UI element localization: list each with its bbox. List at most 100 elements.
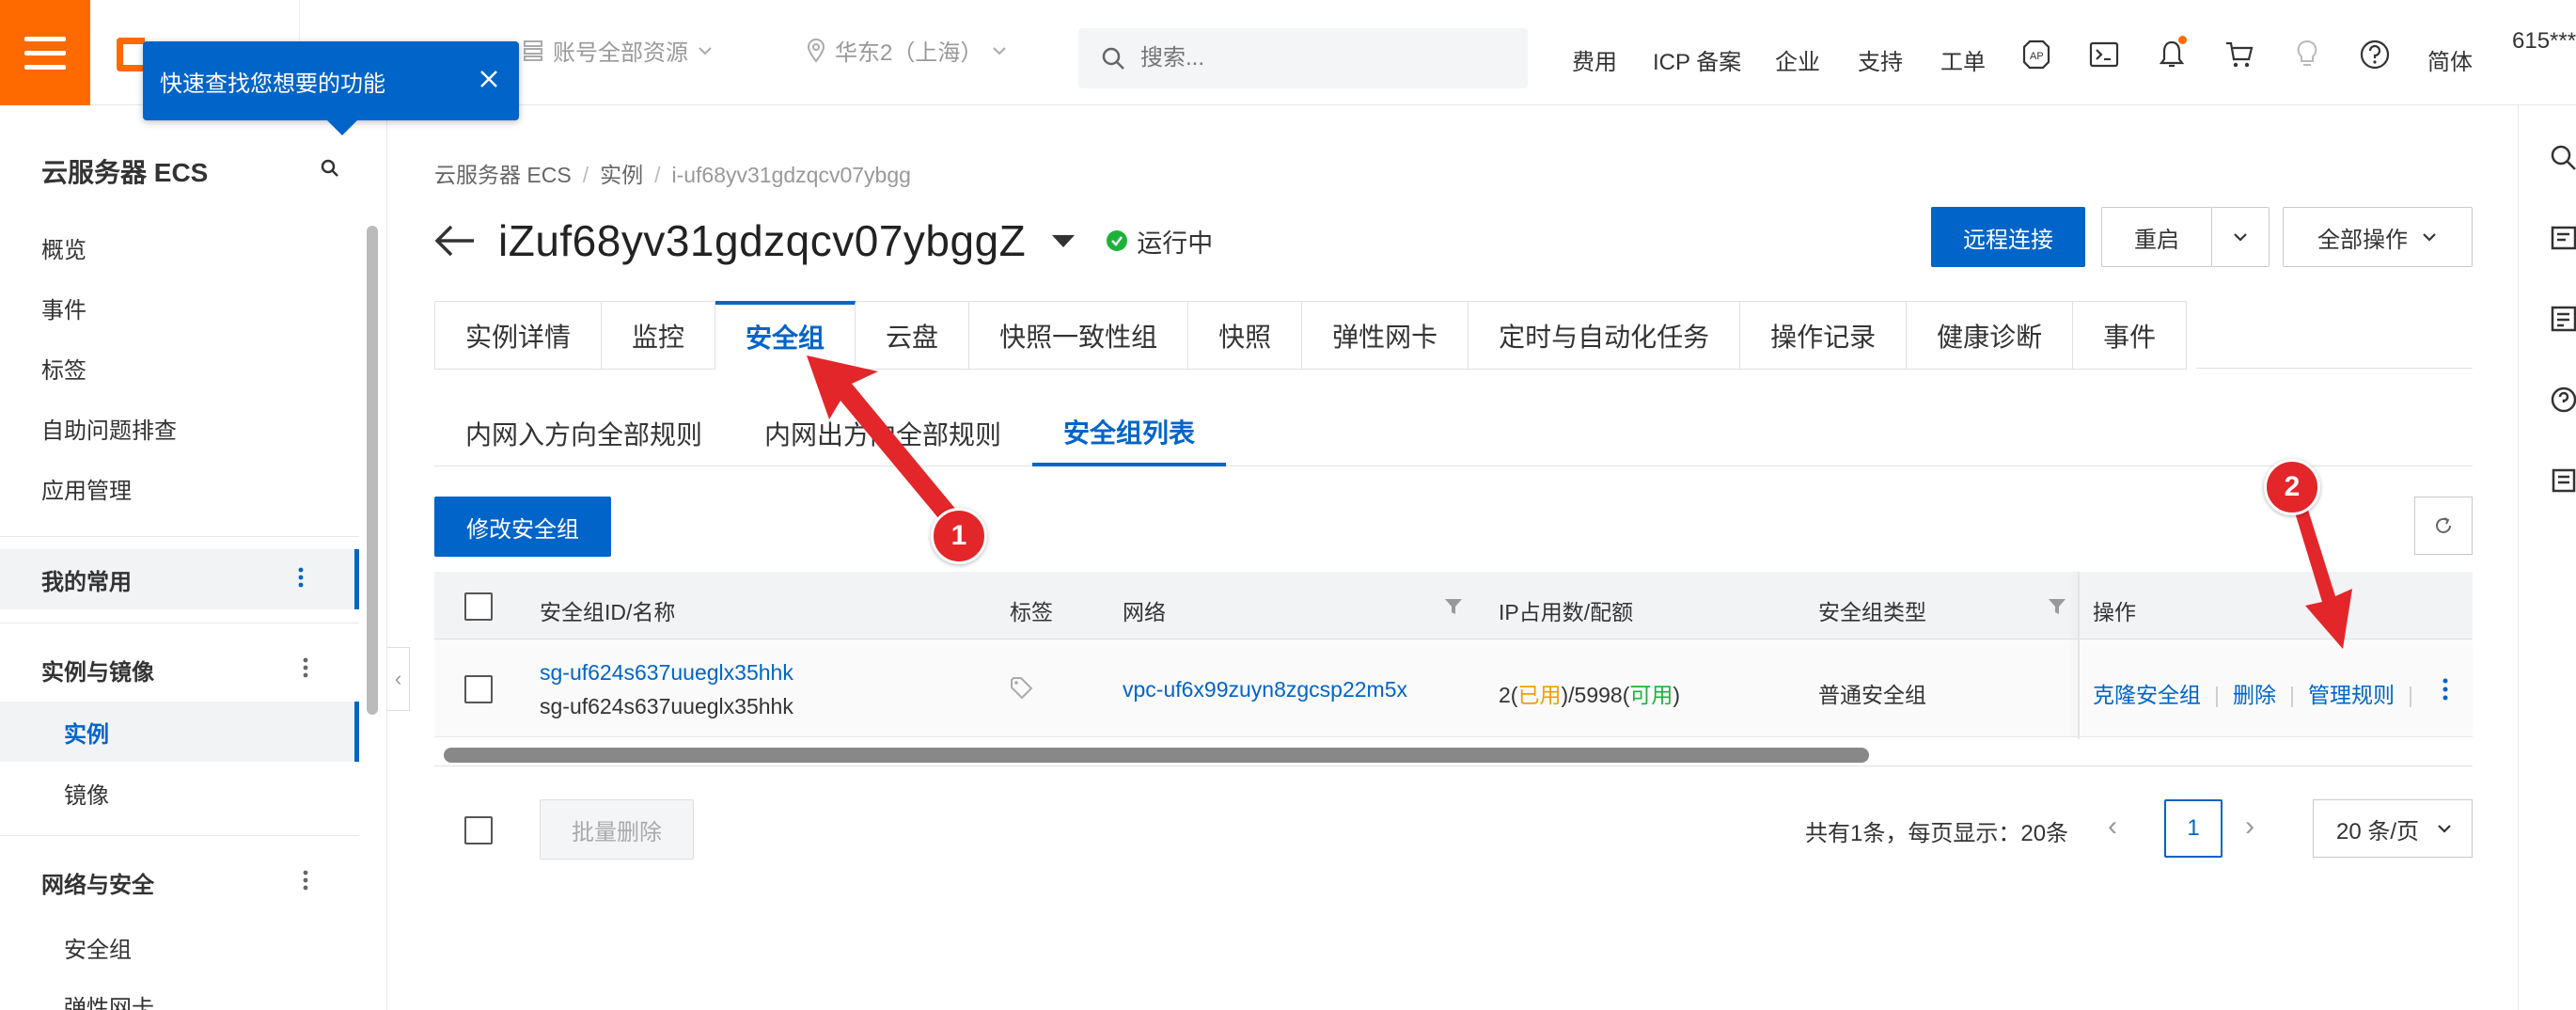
- hamburger-menu-button[interactable]: [0, 0, 90, 105]
- clone-sg-link[interactable]: 克隆安全组: [2093, 683, 2201, 707]
- tab-disks[interactable]: 云盘: [856, 302, 970, 370]
- sidebar-item-instances[interactable]: 实例: [0, 702, 359, 762]
- header-operations: 操作: [2093, 600, 2136, 624]
- vpc-link[interactable]: vpc-uf6x99zuyn8zgcsp22m5x: [1123, 677, 1407, 702]
- help-question-icon[interactable]: [2360, 39, 2390, 70]
- notes-icon[interactable]: [2549, 466, 2576, 495]
- subtab-outbound-rules[interactable]: 内网出方向全部规则: [733, 401, 1032, 466]
- aliyun-logo-icon[interactable]: [117, 38, 145, 71]
- tab-health-diagnosis[interactable]: 健康诊断: [1907, 302, 2074, 370]
- resource-group-label: 账号全部资源: [553, 40, 688, 66]
- top-link-icp[interactable]: ICP 备案: [1653, 43, 1741, 76]
- global-search-input[interactable]: [1140, 45, 1498, 71]
- breadcrumb-instances[interactable]: 实例: [600, 163, 643, 187]
- back-arrow-icon[interactable]: [434, 222, 476, 260]
- more-vertical-icon[interactable]: [303, 656, 308, 679]
- sg-type-value: 普通安全组: [1818, 683, 1926, 707]
- tab-monitoring[interactable]: 监控: [602, 302, 716, 370]
- subtab-inbound-rules[interactable]: 内网入方向全部规则: [434, 401, 733, 466]
- lightbulb-icon[interactable]: [2292, 39, 2322, 70]
- remote-connect-button[interactable]: 远程连接: [1931, 207, 2085, 267]
- restart-button[interactable]: 重启: [2101, 207, 2212, 267]
- manage-rules-link[interactable]: 管理规则: [2308, 683, 2395, 707]
- tab-instance-details[interactable]: 实例详情: [434, 302, 603, 370]
- top-link-ticket[interactable]: 工单: [1940, 43, 1986, 76]
- instance-switch-caret-icon[interactable]: [1052, 234, 1076, 247]
- sidebar-collapse-toggle[interactable]: ‹: [387, 647, 410, 711]
- sidebar-search-icon[interactable]: [320, 158, 340, 179]
- help-circle-icon[interactable]: [2549, 386, 2576, 414]
- page-size-label: 20 条/页: [2336, 818, 2420, 844]
- refresh-button[interactable]: [2414, 497, 2473, 555]
- sidebar-group-instances-images[interactable]: 实例与镜像: [0, 639, 359, 700]
- sidebar-item-images[interactable]: 镜像: [64, 777, 109, 810]
- sidebar-group-network-security[interactable]: 网络与安全: [0, 852, 359, 912]
- tab-snapshots[interactable]: 快照: [1188, 302, 1303, 370]
- resource-group-selector[interactable]: 账号全部资源: [523, 34, 713, 67]
- tag-icon[interactable]: [1010, 677, 1034, 700]
- sidebar-item-label: 实例: [64, 721, 109, 748]
- current-page-button[interactable]: 1: [2164, 799, 2223, 858]
- sidebar-item-tags[interactable]: 标签: [41, 352, 86, 385]
- restart-dropdown-button[interactable]: [2211, 207, 2270, 267]
- region-selector[interactable]: 华东2（上海）: [807, 34, 1007, 67]
- refresh-icon: [2436, 517, 2451, 533]
- sidebar-item-app-management[interactable]: 应用管理: [41, 472, 132, 505]
- header-ip-quota: IP占用数/配额: [1499, 600, 1634, 624]
- sidebar: 云服务器 ECS 概览 事件 标签 自助问题排查 应用管理 我的常用 实例与镜像…: [0, 105, 387, 1010]
- prev-page-icon[interactable]: ‹: [2108, 811, 2117, 843]
- filter-funnel-icon[interactable]: [1444, 598, 1463, 615]
- table-horizontal-scrollbar[interactable]: [444, 748, 1869, 763]
- batch-delete-button[interactable]: 批量删除: [540, 799, 694, 860]
- shopping-cart-icon[interactable]: [2224, 39, 2254, 70]
- document-icon[interactable]: [2549, 224, 2576, 252]
- footer-select-all-checkbox[interactable]: [464, 816, 493, 844]
- terminal-icon[interactable]: [2089, 39, 2119, 70]
- sidebar-item-events[interactable]: 事件: [41, 292, 86, 324]
- language-switch[interactable]: 简体: [2427, 43, 2473, 76]
- page-size-select[interactable]: 20 条/页: [2313, 799, 2473, 858]
- right-tool-rail: [2518, 105, 2576, 1010]
- more-vertical-icon[interactable]: [2442, 677, 2448, 702]
- sidebar-group-favorites[interactable]: 我的常用: [0, 549, 359, 609]
- table-row: sg-uf624s637uueglx35hhk sg-uf624s637uueg…: [434, 639, 2473, 737]
- more-vertical-icon[interactable]: [298, 566, 304, 589]
- status-badge: 运行中: [1107, 223, 1213, 260]
- sidebar-item-eni[interactable]: 弹性网卡: [64, 989, 154, 1010]
- close-icon[interactable]: [476, 66, 502, 92]
- global-search-box[interactable]: [1078, 28, 1528, 88]
- top-link-support[interactable]: 支持: [1858, 43, 1903, 76]
- subtab-security-group-list[interactable]: 安全组列表: [1032, 401, 1227, 466]
- filter-funnel-icon[interactable]: [2048, 598, 2066, 615]
- notification-bell-icon[interactable]: [2157, 36, 2187, 70]
- tab-snapshot-consistency-groups[interactable]: 快照一致性组: [969, 302, 1189, 370]
- top-link-enterprise[interactable]: 企业: [1775, 43, 1820, 76]
- table-header: 安全组ID/名称 标签 网络 IP占用数/配额 安全组类型 操作: [434, 572, 2473, 639]
- delete-sg-link[interactable]: 删除: [2233, 683, 2276, 707]
- modify-security-group-button[interactable]: 修改安全组: [434, 497, 611, 557]
- breadcrumb-ecs[interactable]: 云服务器 ECS: [434, 163, 572, 187]
- tab-events[interactable]: 事件: [2073, 302, 2188, 370]
- api-icon[interactable]: AP: [2021, 39, 2051, 70]
- select-all-checkbox[interactable]: [464, 592, 493, 621]
- sidebar-item-troubleshoot[interactable]: 自助问题排查: [41, 412, 177, 445]
- security-group-table: 安全组ID/名称 标签 网络 IP占用数/配额 安全组类型 操作 sg-uf62…: [434, 572, 2473, 739]
- account-name[interactable]: 615***: [2512, 28, 2576, 55]
- sidebar-item-overview[interactable]: 概览: [41, 231, 86, 264]
- pagination-summary: 共有1条，每页显示：20条: [1805, 821, 2069, 846]
- tab-eni[interactable]: 弹性网卡: [1302, 302, 1469, 370]
- more-vertical-icon[interactable]: [303, 869, 308, 892]
- row-checkbox[interactable]: [464, 675, 493, 703]
- tab-security-groups[interactable]: 安全组: [715, 301, 856, 369]
- search-icon[interactable]: [2549, 143, 2576, 171]
- tab-scheduled-tasks[interactable]: 定时与自动化任务: [1469, 302, 1741, 370]
- all-operations-button[interactable]: 全部操作: [2283, 207, 2473, 267]
- sidebar-item-security-groups[interactable]: 安全组: [64, 931, 132, 964]
- top-link-billing[interactable]: 费用: [1572, 43, 1617, 76]
- sg-id-link[interactable]: sg-uf624s637uueglx35hhk: [540, 660, 793, 686]
- header-sg-type: 安全组类型: [1818, 600, 1926, 624]
- sidebar-scrollbar[interactable]: [367, 226, 378, 715]
- tab-operation-logs[interactable]: 操作记录: [1740, 302, 1908, 370]
- checklist-icon[interactable]: [2549, 305, 2576, 333]
- next-page-icon[interactable]: ›: [2245, 811, 2254, 843]
